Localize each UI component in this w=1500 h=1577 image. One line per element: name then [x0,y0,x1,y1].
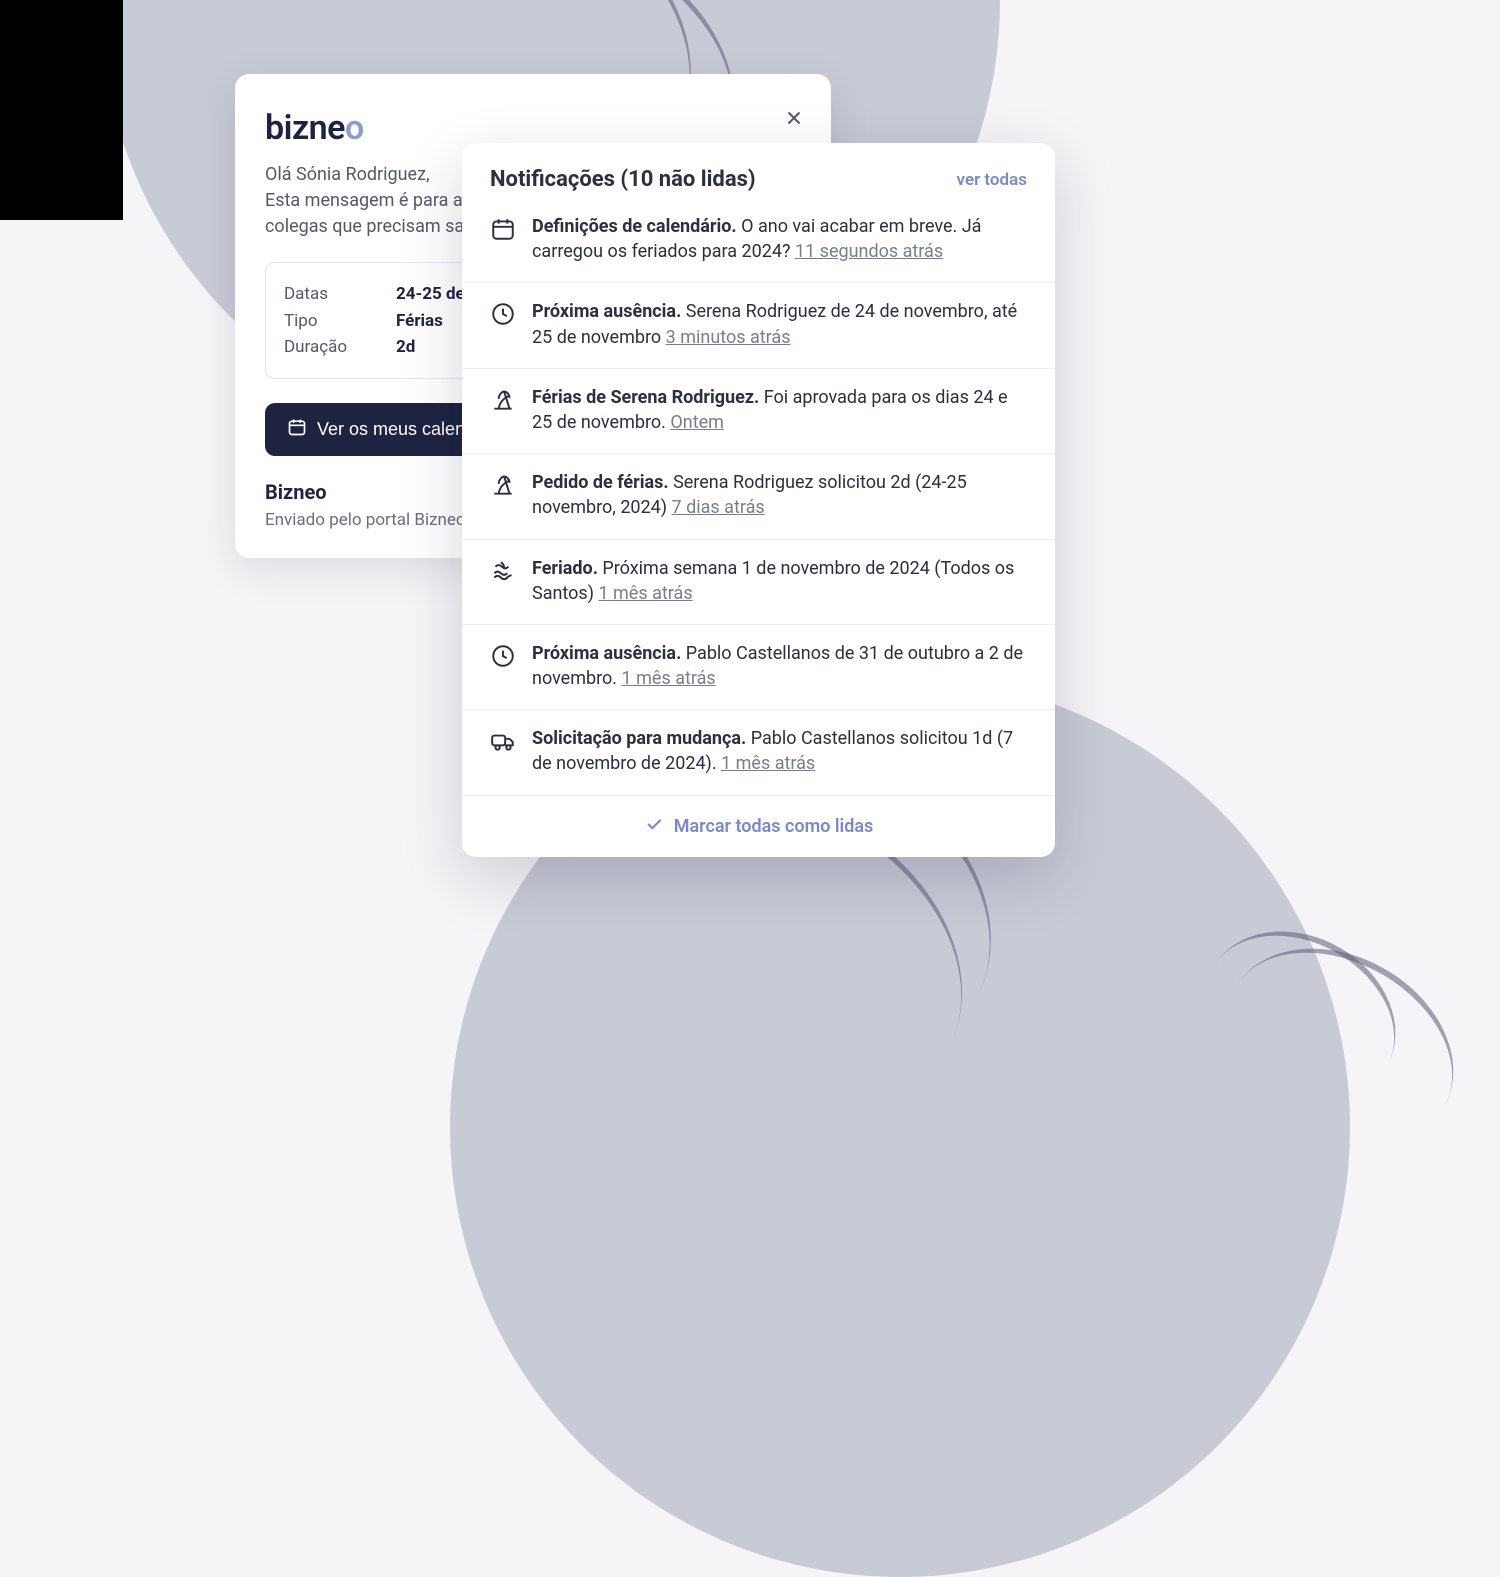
notification-text: Próxima ausência. Serena Rodriguez de 24… [532,299,1027,349]
notification-item[interactable]: Próxima ausência. Pablo Castellanos de 3… [462,624,1055,709]
detail-value: 2d [396,334,415,360]
notification-title: Feriado. [532,558,598,579]
notifications-panel: Notificações (10 não lidas) ver todas De… [462,143,1055,857]
notification-time: 3 minutos atrás [666,327,791,348]
clock-icon [490,301,516,327]
beach-icon [490,387,516,413]
calendar-icon [490,216,516,242]
notification-title: Pedido de férias. [532,472,669,493]
see-all-link[interactable]: ver todas [957,170,1027,190]
notification-text: Solicitação para mudança. Pablo Castella… [532,726,1027,776]
notification-time: Ontem [670,412,724,433]
detail-label: Datas [284,281,396,307]
check-icon [644,814,664,839]
detail-label: Tipo [284,308,396,334]
notification-item[interactable]: Definições de calendário. O ano vai acab… [462,210,1055,282]
notification-item[interactable]: Próxima ausência. Serena Rodriguez de 24… [462,282,1055,367]
bg-black-strip [0,0,123,220]
brand-logo: bizneo [265,108,801,148]
notification-item[interactable]: Férias de Serena Rodriguez. Foi aprovada… [462,368,1055,453]
clock-icon [490,643,516,669]
notifications-title: Notificações (10 não lidas) [490,167,756,192]
truck-icon [490,728,516,754]
brand-part2: o [345,108,364,148]
notification-time: 11 segundos atrás [795,241,943,262]
notification-time: 7 dias atrás [672,497,765,518]
beach-icon [490,472,516,498]
notifications-header: Notificações (10 não lidas) ver todas [462,143,1055,210]
notification-time: 1 mês atrás [598,583,692,604]
detail-label: Duração [284,334,396,360]
close-button[interactable] [778,104,810,136]
notification-title: Próxima ausência. [532,301,681,322]
notification-title: Definições de calendário. [532,216,737,237]
notification-item[interactable]: Pedido de férias. Serena Rodriguez solic… [462,453,1055,538]
calendar-icon [287,417,307,442]
notification-title: Próxima ausência. [532,643,681,664]
notification-text: Pedido de férias. Serena Rodriguez solic… [532,470,1027,520]
notification-item[interactable]: Solicitação para mudança. Pablo Castella… [462,709,1055,794]
notification-title: Férias de Serena Rodriguez. [532,387,759,408]
mark-all-read-button[interactable]: Marcar todas como lidas [644,814,874,839]
brand-part1: bizne [265,108,345,148]
notification-time: 1 mês atrás [622,668,716,689]
mark-all-label: Marcar todas como lidas [674,816,874,837]
notification-text: Definições de calendário. O ano vai acab… [532,214,1027,264]
notification-item[interactable]: Feriado. Próxima semana 1 de novembro de… [462,539,1055,624]
notification-text: Feriado. Próxima semana 1 de novembro de… [532,556,1027,606]
wave-icon [490,558,516,584]
notification-time: 1 mês atrás [721,753,815,774]
notifications-footer: Marcar todas como lidas [462,795,1055,857]
notification-text: Próxima ausência. Pablo Castellanos de 3… [532,641,1027,691]
notifications-list: Definições de calendário. O ano vai acab… [462,210,1055,795]
close-icon [783,107,805,133]
notification-title: Solicitação para mudança. [532,728,746,749]
detail-value: Férias [396,308,443,334]
notification-text: Férias de Serena Rodriguez. Foi aprovada… [532,385,1027,435]
